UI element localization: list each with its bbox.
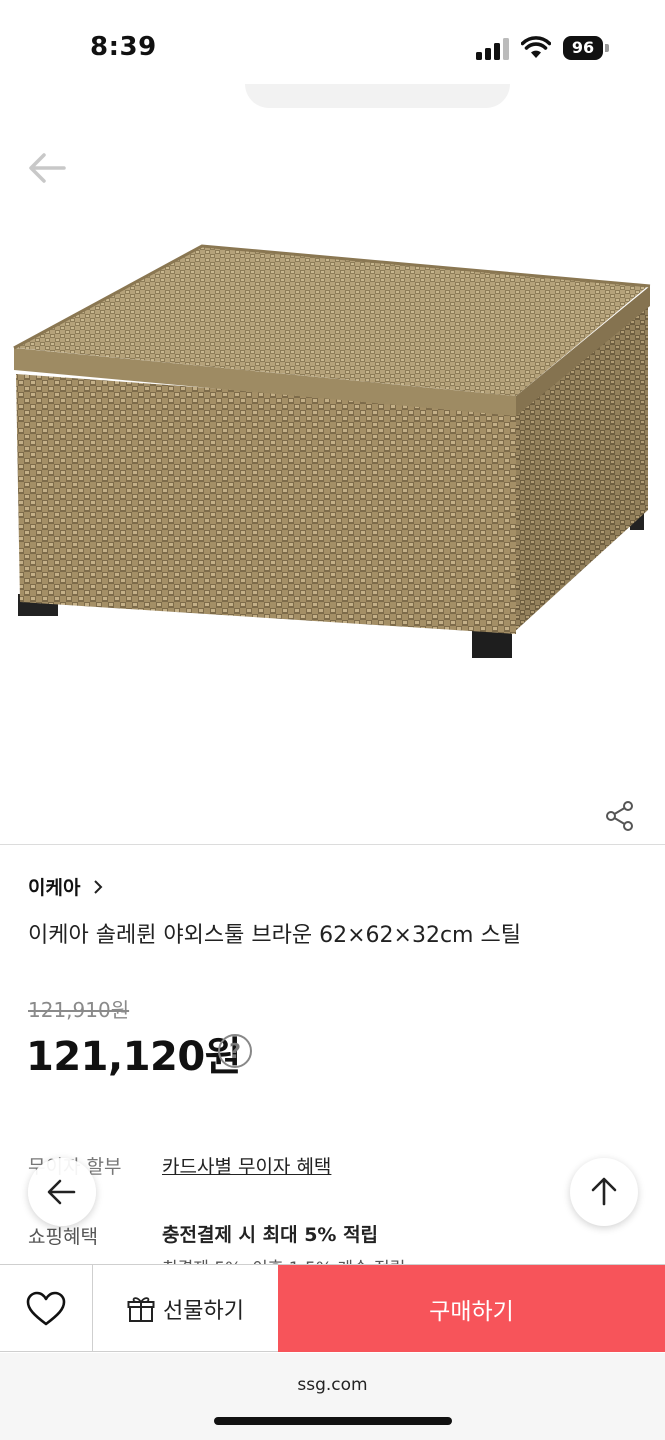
- arrow-left-icon: [47, 1179, 76, 1205]
- product-title: 이케아 솔레륀 야외스툴 브라운 62×62×32cm 스틸: [28, 923, 521, 948]
- back-arrow-icon[interactable]: [26, 150, 68, 186]
- gift-label: 선물하기: [163, 1298, 244, 1324]
- browser-footer: ssg.com: [0, 1353, 665, 1440]
- shopping-benefit-label: 쇼핑혜택: [28, 1226, 98, 1248]
- help-icon[interactable]: ?: [218, 1034, 252, 1068]
- arrow-up-icon: [591, 1177, 617, 1206]
- cellular-signal-icon: [476, 38, 509, 60]
- interest-free-link[interactable]: 카드사별 무이자 혜택: [162, 1152, 331, 1179]
- status-time: 8:39: [90, 32, 157, 62]
- wicker-stool-image: [13, 244, 651, 658]
- brand-name: 이케아: [28, 877, 81, 899]
- brand-link[interactable]: 이케아: [28, 873, 104, 900]
- wifi-icon: [521, 36, 551, 58]
- shopping-benefit-value: 충전결제 시 최대 5% 적립: [162, 1224, 379, 1246]
- gift-button[interactable]: 선물하기: [93, 1265, 278, 1352]
- browser-url-pill[interactable]: [245, 84, 510, 108]
- browser-domain[interactable]: ssg.com: [0, 1375, 665, 1395]
- heart-icon: [26, 1291, 66, 1325]
- bottom-action-bar: 선물하기 구매하기: [0, 1264, 665, 1352]
- status-bar: 8:39 96: [0, 0, 665, 108]
- battery-level: 96: [563, 36, 603, 60]
- scroll-top-button[interactable]: [570, 1158, 638, 1226]
- divider: [0, 844, 665, 845]
- product-image[interactable]: [0, 110, 665, 845]
- share-icon[interactable]: [604, 800, 636, 832]
- buy-button[interactable]: 구매하기: [278, 1265, 665, 1352]
- buy-label: 구매하기: [429, 1298, 514, 1325]
- home-indicator[interactable]: [214, 1417, 452, 1425]
- chevron-right-icon: [94, 879, 103, 894]
- battery-icon: 96: [563, 36, 609, 60]
- gift-icon: [127, 1296, 155, 1322]
- floating-back-button[interactable]: [28, 1158, 96, 1226]
- sale-price: 121,120원: [26, 1034, 242, 1080]
- original-price: 121,910원: [28, 998, 130, 1022]
- wishlist-button[interactable]: [0, 1265, 93, 1352]
